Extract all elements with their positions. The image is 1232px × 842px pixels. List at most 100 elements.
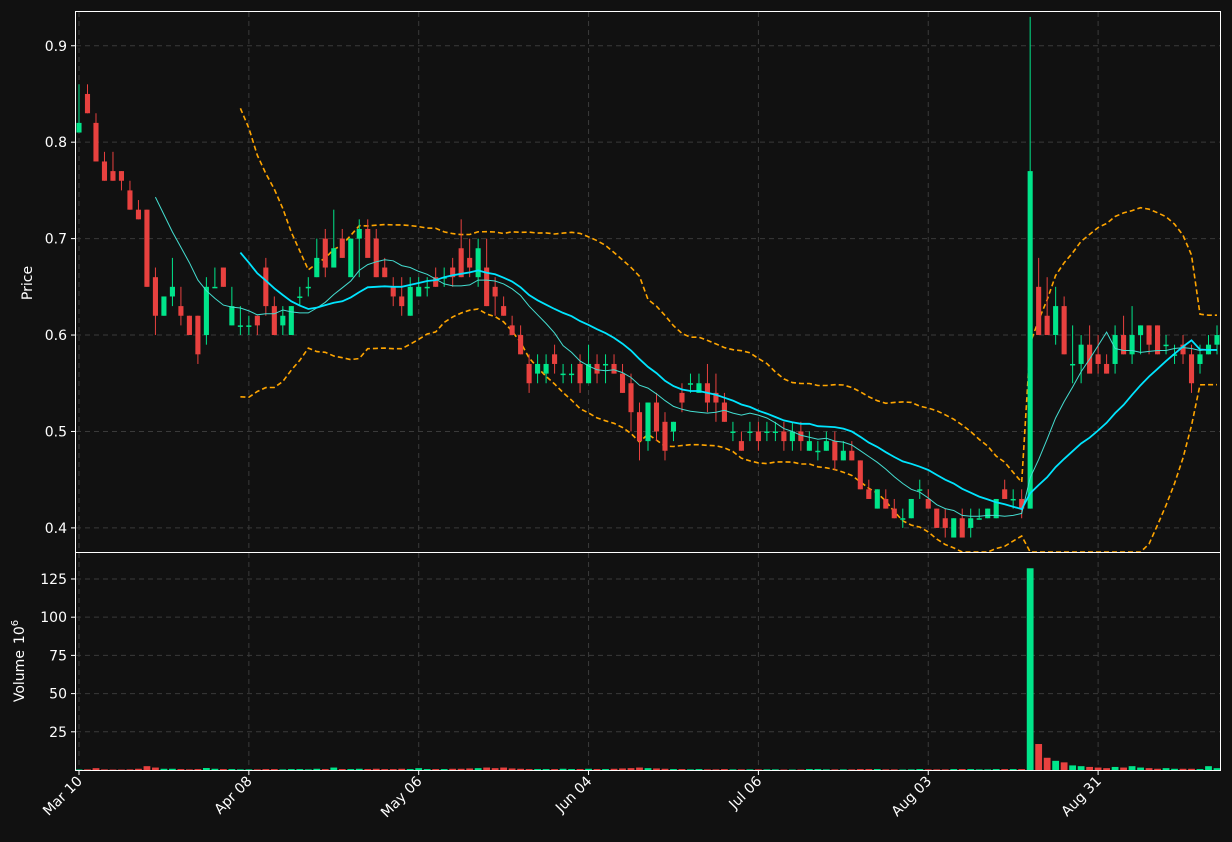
volume-bar	[1060, 762, 1068, 770]
candle-body	[976, 518, 982, 520]
candle-body	[416, 286, 422, 297]
volume-bar	[449, 768, 457, 770]
candle-body	[501, 306, 507, 316]
volume-bar	[1145, 768, 1153, 770]
candle-body	[789, 431, 795, 442]
candle-body	[832, 441, 838, 461]
candle-body	[1078, 344, 1084, 364]
candle-body	[900, 518, 906, 520]
volume-bar	[627, 768, 635, 770]
volume-bar	[559, 768, 567, 770]
volume-bar	[1154, 768, 1161, 770]
candle-body	[543, 363, 549, 374]
volume-bar	[1120, 767, 1127, 770]
candle-body	[365, 228, 371, 258]
candle-body	[602, 363, 609, 366]
candle-body	[679, 392, 685, 403]
candle-body	[1027, 171, 1033, 509]
volume-bar	[169, 768, 176, 770]
candle-body	[314, 257, 320, 278]
stock-chart: 0.40.50.60.70.80.9 255075100125 Mar 10 Ap…	[0, 0, 1232, 842]
candle-body	[917, 489, 923, 491]
candle-body	[968, 518, 974, 528]
volume-bar	[194, 769, 202, 771]
volume-bar	[1035, 744, 1043, 770]
volume-bar	[313, 768, 321, 770]
volume-bar	[321, 769, 329, 771]
volume-bar	[992, 769, 1000, 771]
price-tick-label: 0.4	[45, 521, 67, 537]
volume-bar	[916, 769, 924, 771]
price-tick-label: 0.7	[45, 232, 67, 248]
volume-bar	[814, 769, 822, 771]
price-tick-label: 0.9	[45, 39, 67, 55]
volume-bar	[610, 768, 618, 770]
candle-body	[1061, 306, 1067, 355]
volume-tick-label: 100	[40, 610, 67, 626]
volume-bar	[423, 769, 431, 771]
candle-body	[229, 306, 235, 326]
volume-tick-label: 75	[49, 648, 67, 664]
volume-bar	[1018, 769, 1026, 771]
volume-bar	[296, 769, 304, 771]
candle-body	[186, 315, 192, 336]
volume-axis-label: Volume106	[10, 620, 28, 702]
candle-body	[721, 402, 727, 422]
volume-bar	[372, 768, 380, 770]
volume-bar	[440, 769, 448, 771]
candle-body	[849, 450, 855, 461]
volume-bar	[389, 769, 397, 771]
candle-body	[373, 238, 379, 278]
candle-body	[755, 431, 761, 442]
volume-bar	[568, 769, 575, 771]
candle-body	[670, 421, 677, 432]
candle-body	[390, 286, 396, 297]
candle-body	[535, 363, 541, 374]
candle-body	[985, 508, 991, 519]
candle-body	[951, 518, 957, 538]
candle-body	[110, 171, 116, 181]
volume-bar	[1009, 769, 1017, 771]
volume-bar	[500, 767, 508, 770]
volume-bar	[805, 769, 813, 771]
candle-body	[636, 412, 643, 442]
candle-body	[195, 315, 201, 355]
candle-body	[322, 238, 328, 268]
volume-bar	[338, 769, 346, 771]
candle-body	[925, 498, 931, 509]
candle-body	[823, 441, 829, 451]
candle-body	[467, 257, 473, 268]
price-tick-label: 0.8	[45, 135, 67, 151]
candle-body	[382, 267, 388, 278]
volume-bar	[619, 768, 626, 770]
volume-bar	[1162, 768, 1170, 770]
volume-bar	[406, 769, 414, 771]
candle-body	[135, 209, 141, 220]
volume-bar	[856, 769, 864, 771]
volume-bar	[1043, 757, 1051, 770]
volume-axis-label-text: Volume	[12, 650, 28, 702]
candle-body	[1214, 335, 1220, 345]
volume-axis-unit-exponent: 6	[10, 620, 21, 626]
volume-bar	[1094, 767, 1102, 770]
candle-body	[747, 431, 753, 433]
candle-body	[339, 238, 345, 258]
candle-body	[526, 363, 532, 384]
candle-body	[152, 277, 158, 316]
candle-body	[118, 171, 125, 181]
volume-bar	[270, 769, 278, 771]
volume-bar	[678, 769, 686, 771]
volume-bar	[1086, 766, 1094, 770]
candle-body	[772, 431, 778, 433]
candle-body	[220, 267, 226, 287]
candle-body	[203, 286, 209, 336]
volume-bar	[695, 769, 703, 771]
volume-bar	[152, 767, 159, 770]
candle-body	[399, 296, 405, 307]
candle-body	[798, 431, 804, 442]
volume-bar	[143, 766, 151, 770]
volume-tick-label: 25	[49, 725, 67, 741]
volume-bar	[92, 768, 100, 770]
volume-bar	[177, 769, 185, 771]
candle-body	[1163, 344, 1169, 347]
